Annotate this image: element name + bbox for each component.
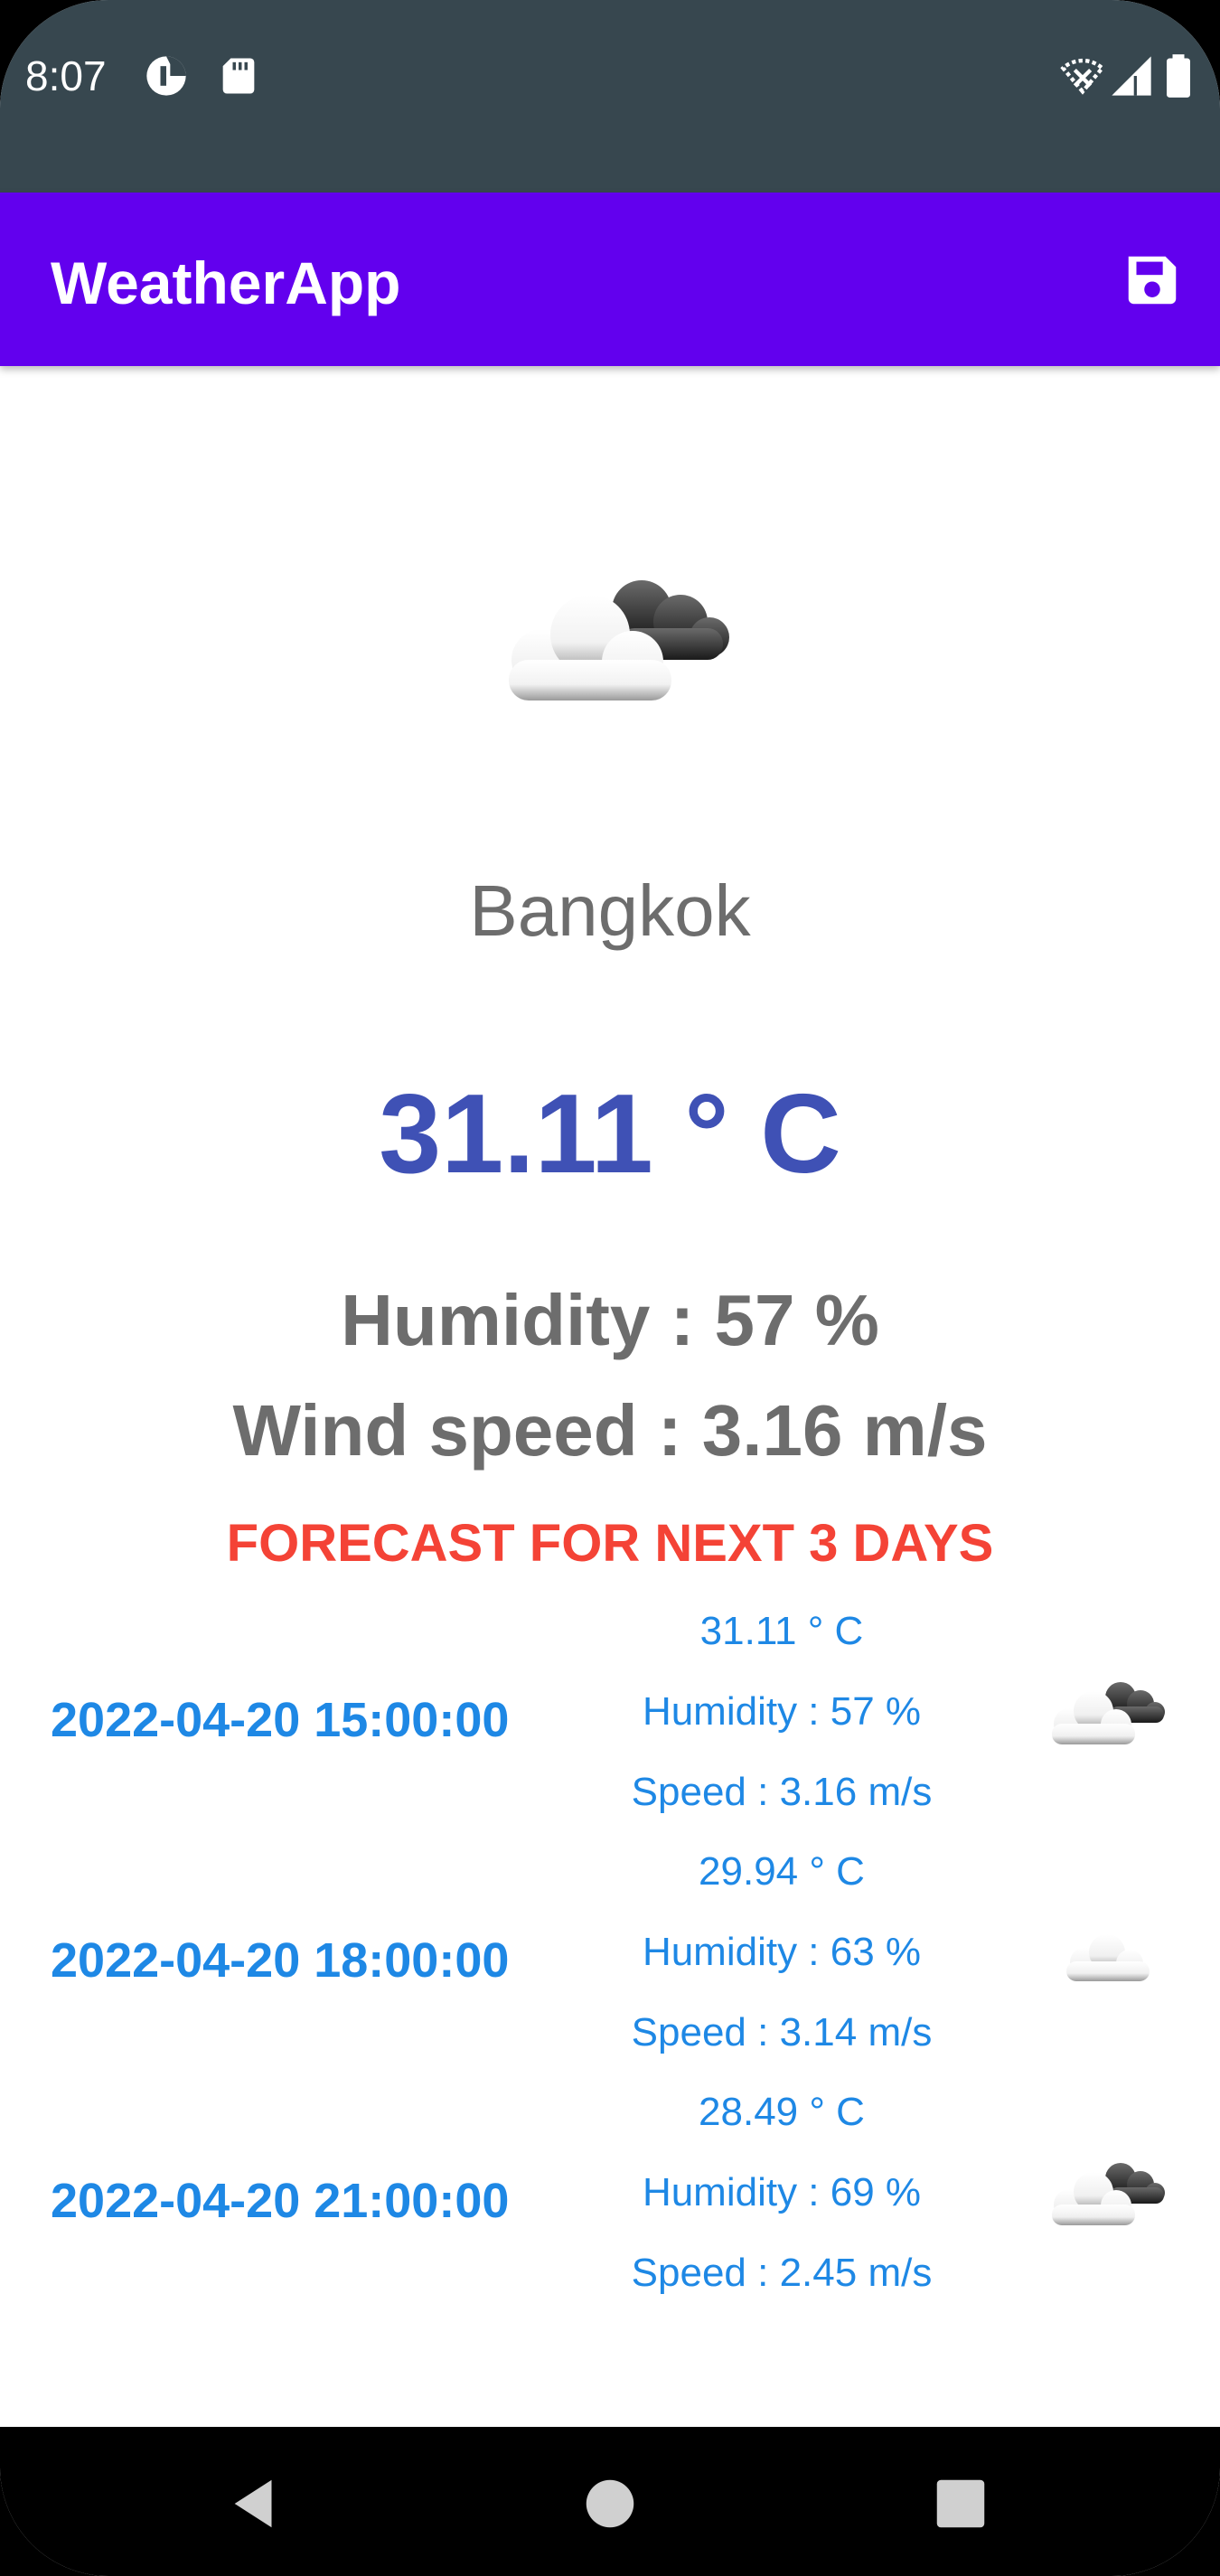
current-humidity: Humidity : 57 % <box>341 1280 879 1360</box>
main-content: Bangkok 31.11 ° C Humidity : 57 % Wind s… <box>0 366 1220 2427</box>
back-icon <box>234 2479 272 2528</box>
save-icon <box>1128 256 1177 305</box>
recents-icon <box>936 2479 985 2528</box>
forecast-temperature: 31.11 ° C <box>699 1609 864 1653</box>
recents-button[interactable] <box>929 2472 992 2535</box>
forecast-datetime: 2022-04-20 21:00:00 <box>51 2174 510 2228</box>
forecast-item[interactable]: 2022-04-20 18:00:00 29.94 ° C Humidity :… <box>0 1845 1220 2085</box>
forecast-temperature: 28.49 ° C <box>699 2090 865 2134</box>
partly-cloudy-icon <box>1039 1672 1175 1753</box>
forecast-humidity: Humidity : 57 % <box>642 1689 922 1734</box>
battery-icon <box>1160 52 1197 99</box>
forecast-humidity: Humidity : 63 % <box>642 1930 922 1974</box>
app-bar: WeatherApp <box>0 193 1220 366</box>
status-bar: 8:07 <box>0 0 1220 193</box>
forecast-speed: Speed : 3.14 m/s <box>631 2010 933 2054</box>
data-saver-icon <box>143 52 190 99</box>
forecast-datetime: 2022-04-20 15:00:00 <box>51 1693 510 1747</box>
partly-cloudy-icon <box>1039 2153 1175 2234</box>
phone-screen: 8:07 WeatherApp Bangkok 31.11 ° C Humidi… <box>0 0 1220 2576</box>
forecast-title: FORECAST FOR NEXT 3 DAYS <box>226 1514 994 1573</box>
current-wind-speed: Wind speed : 3.16 m/s <box>232 1390 988 1471</box>
signal-icon <box>1108 52 1155 99</box>
cloud-icon <box>1039 1913 1175 1994</box>
navigation-bar <box>0 2427 1220 2576</box>
back-button[interactable] <box>224 2472 287 2535</box>
forecast-speed: Speed : 2.45 m/s <box>631 2251 933 2295</box>
partly-cloudy-icon <box>483 560 746 719</box>
home-button[interactable] <box>578 2472 642 2535</box>
current-temperature: 31.11 ° C <box>379 1072 841 1197</box>
forecast-list: 2022-04-20 15:00:00 31.11 ° C Humidity :… <box>0 1604 1220 2326</box>
wifi-off-icon <box>1059 52 1106 99</box>
forecast-speed: Speed : 3.16 m/s <box>631 1770 933 1814</box>
save-button[interactable] <box>1121 249 1184 312</box>
status-time: 8:07 <box>25 52 107 99</box>
home-icon <box>586 2479 634 2528</box>
forecast-humidity: Humidity : 69 % <box>642 2170 922 2214</box>
sd-card-icon <box>215 52 262 99</box>
city-name: Bangkok <box>469 870 751 951</box>
forecast-temperature: 29.94 ° C <box>699 1849 865 1894</box>
forecast-item[interactable]: 2022-04-20 15:00:00 31.11 ° C Humidity :… <box>0 1604 1220 1845</box>
app-title: WeatherApp <box>51 249 401 316</box>
forecast-item[interactable]: 2022-04-20 21:00:00 28.49 ° C Humidity :… <box>0 2085 1220 2326</box>
forecast-datetime: 2022-04-20 18:00:00 <box>51 1933 510 1988</box>
